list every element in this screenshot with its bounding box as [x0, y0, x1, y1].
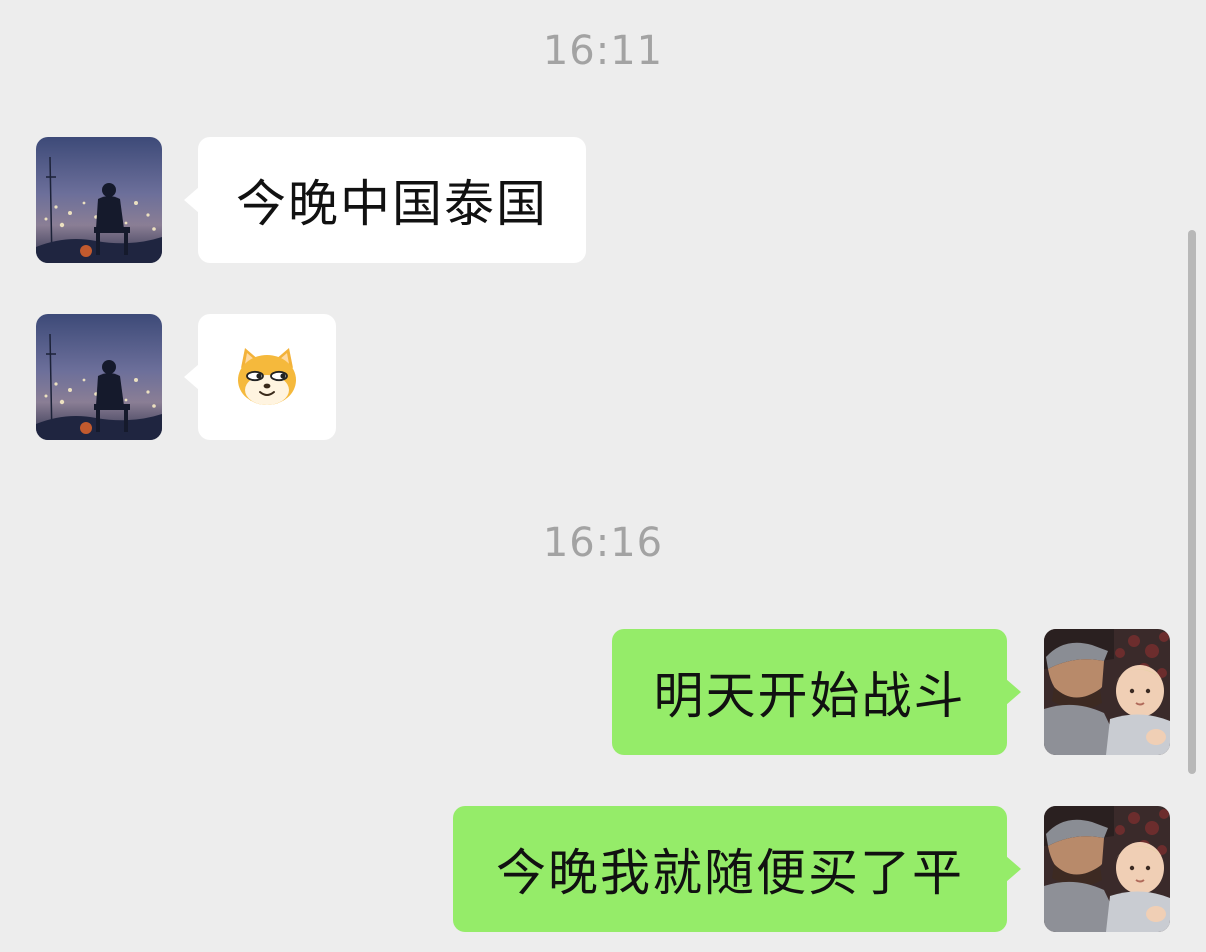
my-avatar[interactable] — [1044, 806, 1170, 932]
scrollbar-thumb[interactable] — [1188, 230, 1196, 774]
contact-avatar[interactable] — [36, 314, 162, 440]
message-text: 今晚我就随便买了平 — [496, 844, 964, 902]
timestamp-1616: 16:16 — [542, 520, 664, 566]
man-with-baby-avatar-image — [1044, 806, 1170, 932]
message-bubble-incoming-sticker[interactable] — [184, 314, 336, 440]
message-text: 明天开始战斗 — [653, 667, 966, 725]
night-city-avatar-image — [36, 137, 162, 263]
message-text: 今晚中国泰国 — [236, 175, 548, 233]
man-with-baby-avatar-image — [1044, 629, 1170, 755]
timestamp-1611: 16:11 — [542, 28, 664, 74]
my-avatar[interactable] — [1044, 629, 1170, 755]
night-city-avatar-image — [36, 314, 162, 440]
message-bubble-outgoing[interactable]: 今晚我就随便买了平 — [453, 806, 1021, 932]
doge-emoji-icon — [238, 348, 296, 405]
message-bubble-incoming[interactable]: 今晚中国泰国 — [184, 137, 586, 263]
message-bubble-outgoing[interactable]: 明天开始战斗 — [612, 629, 1021, 755]
contact-avatar[interactable] — [36, 137, 162, 263]
